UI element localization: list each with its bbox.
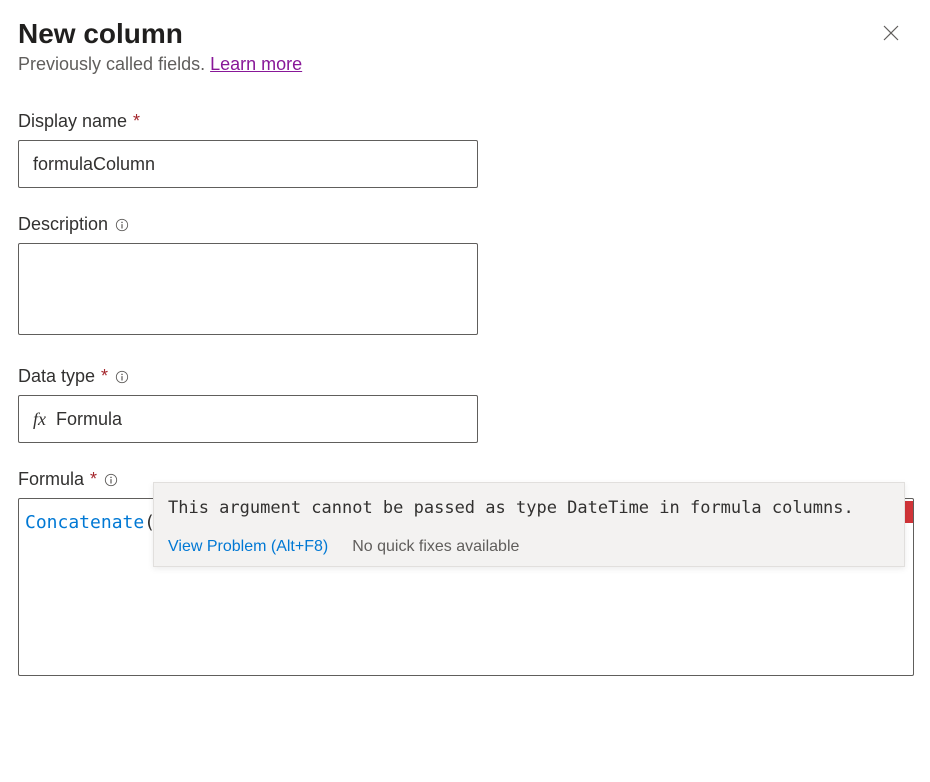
panel-title: New column bbox=[18, 18, 912, 50]
learn-more-link[interactable]: Learn more bbox=[210, 54, 302, 74]
panel-subtitle: Previously called fields. Learn more bbox=[18, 54, 912, 75]
required-mark: * bbox=[90, 469, 97, 490]
data-type-label: Data type * bbox=[18, 366, 912, 387]
info-icon[interactable] bbox=[103, 472, 119, 488]
info-icon[interactable] bbox=[114, 217, 130, 233]
field-description: Description bbox=[18, 214, 912, 340]
close-button[interactable] bbox=[880, 22, 902, 44]
field-display-name: Display name * bbox=[18, 111, 912, 188]
info-icon[interactable] bbox=[114, 369, 130, 385]
required-mark: * bbox=[133, 111, 140, 132]
display-name-label: Display name * bbox=[18, 111, 912, 132]
field-data-type: Data type * fx Formula bbox=[18, 366, 912, 443]
display-name-input[interactable] bbox=[18, 140, 478, 188]
fx-icon: fx bbox=[33, 409, 46, 430]
label-text: Data type bbox=[18, 366, 95, 387]
error-actions: View Problem (Alt+F8) No quick fixes ava… bbox=[154, 532, 904, 566]
data-type-value: Formula bbox=[56, 409, 122, 430]
data-type-select[interactable]: fx Formula bbox=[18, 395, 478, 443]
new-column-panel: New column Previously called fields. Lea… bbox=[0, 0, 930, 676]
label-text: Formula bbox=[18, 469, 84, 490]
error-tooltip: This argument cannot be passed as type D… bbox=[153, 482, 905, 567]
label-text: Display name bbox=[18, 111, 127, 132]
description-label: Description bbox=[18, 214, 912, 235]
no-quick-fix-text: No quick fixes available bbox=[352, 538, 519, 556]
close-icon bbox=[883, 25, 899, 41]
label-text: Description bbox=[18, 214, 108, 235]
description-input[interactable] bbox=[18, 243, 478, 335]
subtitle-text: Previously called fields. bbox=[18, 54, 210, 74]
error-marker bbox=[905, 501, 913, 523]
view-problem-link[interactable]: View Problem (Alt+F8) bbox=[168, 538, 328, 556]
required-mark: * bbox=[101, 366, 108, 387]
token-function: Concatenate bbox=[25, 512, 144, 533]
error-message: This argument cannot be passed as type D… bbox=[154, 483, 904, 532]
